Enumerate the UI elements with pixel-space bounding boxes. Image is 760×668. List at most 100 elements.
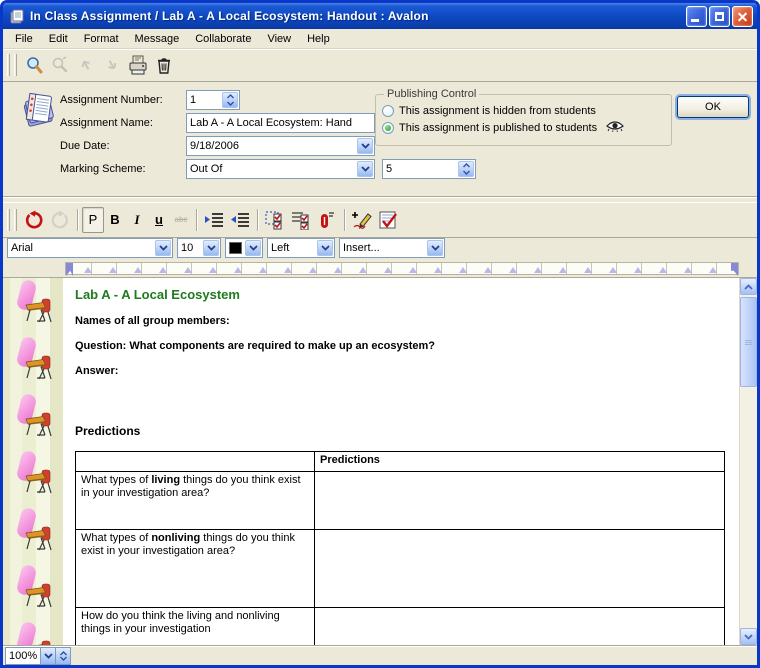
answer-cell[interactable]: [315, 472, 725, 530]
redo-icon[interactable]: [47, 207, 73, 233]
chevron-down-icon[interactable]: [357, 138, 373, 154]
menu-item-message[interactable]: Message: [127, 31, 188, 47]
assignment-number-spinner[interactable]: 1: [186, 90, 240, 110]
tab-stop-marker[interactable]: [209, 267, 217, 273]
insert-numbered-item-icon[interactable]: [314, 207, 340, 233]
tab-stop-marker[interactable]: [634, 267, 642, 273]
tab-stop-marker[interactable]: [334, 267, 342, 273]
tab-stop-marker[interactable]: [534, 267, 542, 273]
menu-item-help[interactable]: Help: [299, 31, 338, 47]
toolbar-grip[interactable]: [14, 54, 17, 76]
published-option[interactable]: This assignment is published to students: [382, 119, 665, 136]
chevron-down-icon[interactable]: [357, 161, 373, 177]
tab-stop-marker[interactable]: [159, 267, 167, 273]
chevron-down-icon[interactable]: [203, 240, 219, 256]
visibility-eye-icon[interactable]: [606, 120, 624, 135]
menu-item-file[interactable]: File: [7, 31, 41, 47]
strikethrough-button[interactable]: abc: [170, 207, 192, 233]
maximize-button[interactable]: [709, 6, 730, 27]
zoom-control[interactable]: 100%: [5, 647, 71, 665]
insert-checkbox-icon[interactable]: [262, 207, 288, 233]
scroll-down-icon[interactable]: [740, 628, 757, 645]
menu-item-view[interactable]: View: [259, 31, 299, 47]
approve-document-icon[interactable]: [375, 207, 401, 233]
tab-stop-marker[interactable]: [134, 267, 142, 273]
decrease-indent-icon[interactable]: [227, 207, 253, 233]
alignment-dropdown[interactable]: Left: [267, 238, 335, 258]
scroll-up-icon[interactable]: [740, 278, 757, 295]
question-cell[interactable]: What types of nonliving things do you th…: [76, 530, 315, 608]
close-button[interactable]: [732, 6, 753, 27]
italic-button[interactable]: I: [126, 207, 148, 233]
print-icon[interactable]: [125, 52, 151, 78]
left-margin-marker[interactable]: [66, 263, 73, 276]
chevron-down-icon[interactable]: [41, 647, 56, 665]
search-icon[interactable]: [21, 52, 47, 78]
chevron-down-icon[interactable]: [317, 240, 333, 256]
spinner-arrows-icon[interactable]: [222, 92, 238, 108]
undo-icon[interactable]: [21, 207, 47, 233]
spinner-arrows-icon[interactable]: [458, 161, 474, 177]
insert-checklist-icon[interactable]: [288, 207, 314, 233]
hidden-option[interactable]: This assignment is hidden from students: [382, 102, 665, 119]
marking-points-spinner[interactable]: 5: [382, 159, 476, 179]
due-date-dropdown[interactable]: 9/18/2006: [186, 136, 375, 156]
tab-stop-marker[interactable]: [109, 267, 117, 273]
tab-stop-marker[interactable]: [309, 267, 317, 273]
question-cell[interactable]: What types of living things do you think…: [76, 472, 315, 530]
tab-stop-marker[interactable]: [259, 267, 267, 273]
increase-indent-icon[interactable]: [201, 207, 227, 233]
tab-stop-marker[interactable]: [684, 267, 692, 273]
tab-stop-marker[interactable]: [84, 267, 92, 273]
toolbar-grip[interactable]: [7, 209, 10, 231]
chevron-down-icon[interactable]: [155, 240, 171, 256]
toolbar-grip[interactable]: [7, 54, 10, 76]
header-cell-empty[interactable]: [76, 452, 315, 472]
scrollbar-thumb[interactable]: [740, 297, 757, 387]
paragraph-style-button[interactable]: P: [82, 207, 104, 233]
tab-stop-marker[interactable]: [509, 267, 517, 273]
tab-stop-marker[interactable]: [584, 267, 592, 273]
tab-stop-marker[interactable]: [409, 267, 417, 273]
document-content[interactable]: Lab A - A Local Ecosystem Names of all g…: [63, 278, 739, 645]
minimize-button[interactable]: [686, 6, 707, 27]
previous-item-icon[interactable]: [73, 52, 99, 78]
marking-scheme-dropdown[interactable]: Out Of: [186, 159, 375, 179]
font-color-dropdown[interactable]: [225, 238, 263, 258]
chevron-down-icon[interactable]: [427, 240, 443, 256]
tab-stop-marker[interactable]: [359, 267, 367, 273]
ok-button[interactable]: OK: [677, 96, 749, 118]
font-size-dropdown[interactable]: 10: [177, 238, 221, 258]
assignment-name-input[interactable]: [186, 113, 375, 133]
add-annotation-icon[interactable]: [349, 207, 375, 233]
menu-item-edit[interactable]: Edit: [41, 31, 76, 47]
radio-selected-icon[interactable]: [382, 122, 394, 134]
zoom-spinner-icon[interactable]: [56, 647, 71, 665]
radio-unselected-icon[interactable]: [382, 105, 394, 117]
tab-stop-marker[interactable]: [284, 267, 292, 273]
tab-stop-marker[interactable]: [434, 267, 442, 273]
tab-stop-marker[interactable]: [709, 267, 717, 273]
insert-dropdown[interactable]: Insert...: [339, 238, 445, 258]
tab-stop-marker[interactable]: [484, 267, 492, 273]
tab-stop-marker[interactable]: [609, 267, 617, 273]
next-item-icon[interactable]: [99, 52, 125, 78]
tab-stop-marker[interactable]: [384, 267, 392, 273]
title-bar[interactable]: In Class Assignment / Lab A - A Local Ec…: [3, 3, 757, 29]
menu-item-collaborate[interactable]: Collaborate: [187, 31, 259, 47]
underline-button[interactable]: u: [148, 207, 170, 233]
tab-stop-marker[interactable]: [459, 267, 467, 273]
tab-stop-marker[interactable]: [234, 267, 242, 273]
right-margin-marker[interactable]: [731, 263, 738, 276]
tab-stop-marker[interactable]: [184, 267, 192, 273]
chevron-down-icon[interactable]: [245, 240, 261, 256]
header-cell-predictions[interactable]: Predictions: [315, 452, 725, 472]
font-family-dropdown[interactable]: Arial: [7, 238, 173, 258]
vertical-scrollbar[interactable]: [739, 278, 757, 645]
bold-button[interactable]: B: [104, 207, 126, 233]
answer-cell[interactable]: [315, 608, 725, 646]
find-next-icon[interactable]: [47, 52, 73, 78]
tab-stop-marker[interactable]: [659, 267, 667, 273]
answer-cell[interactable]: [315, 530, 725, 608]
delete-icon[interactable]: [151, 52, 177, 78]
